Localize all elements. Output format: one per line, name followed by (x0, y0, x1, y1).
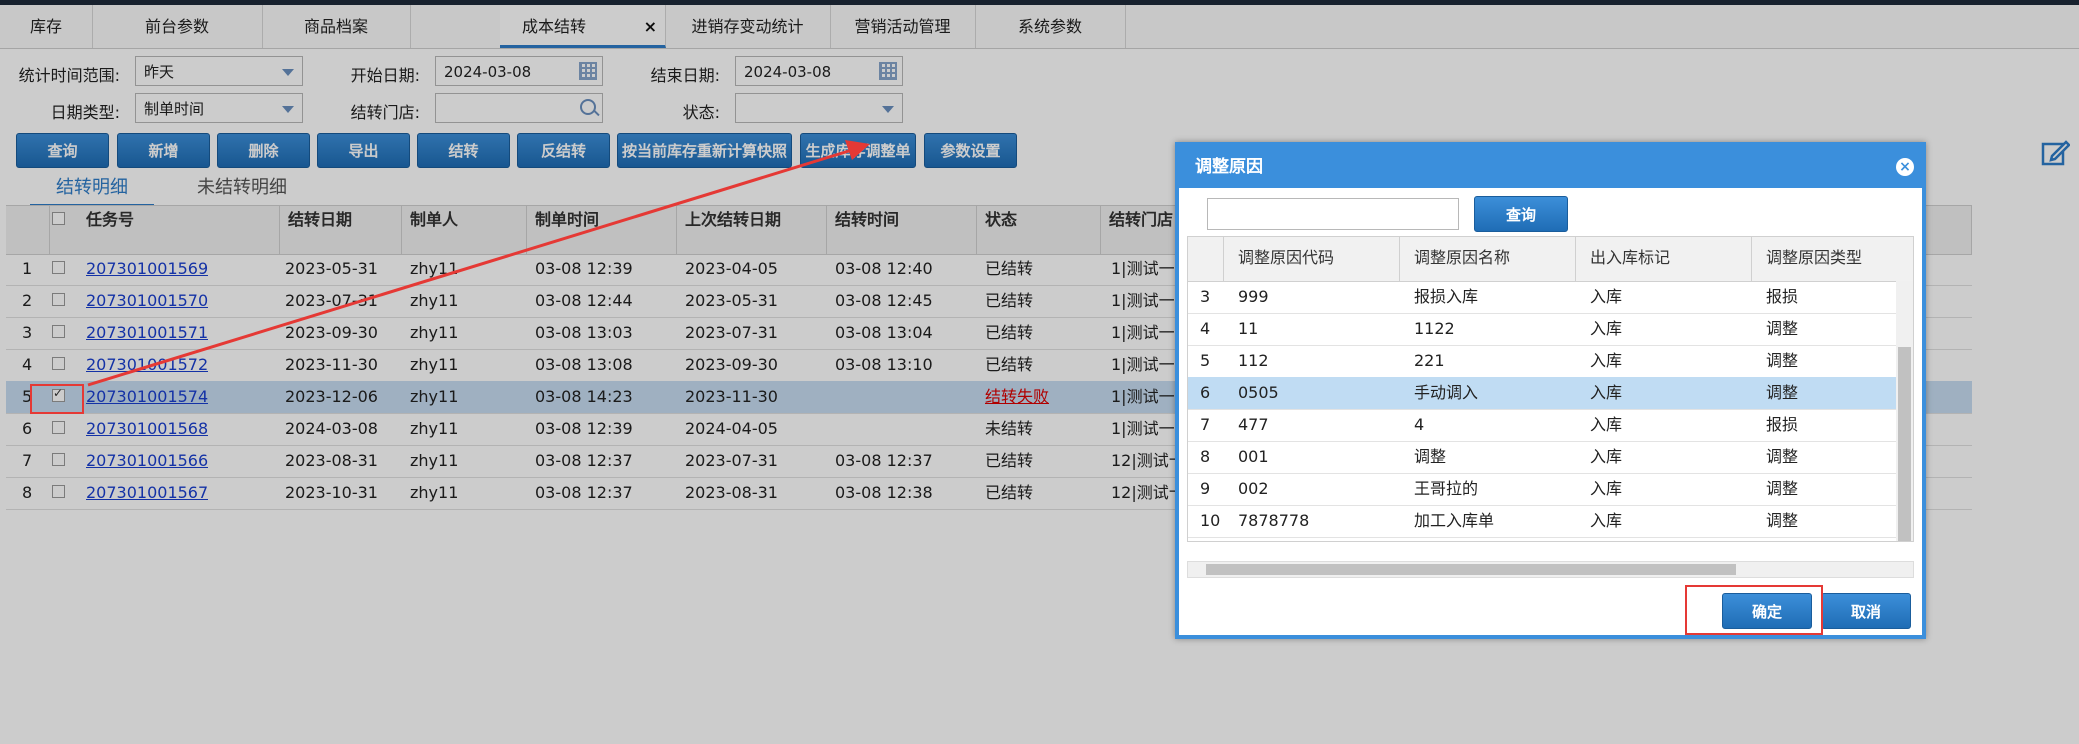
cell-reason-type: 调整 (1766, 351, 1799, 370)
reason-header-code: 调整原因代码 (1224, 237, 1400, 281)
reason-row[interactable]: 9 002 王哥拉的 入库 调整 (1188, 473, 1898, 506)
cell-reason-code: jzj (1238, 537, 1255, 541)
reason-row[interactable]: 6 0505 手动调入 入库 调整 (1188, 377, 1898, 410)
horizontal-scroll-thumb[interactable] (1206, 564, 1736, 575)
cell-reason-index: 6 (1200, 383, 1211, 402)
cell-reason-flag: 入库 (1590, 383, 1623, 402)
cell-reason-code: 477 (1238, 415, 1269, 434)
cell-reason-name: 入库蒋 (1414, 537, 1462, 541)
cell-reason-index: 5 (1200, 351, 1211, 370)
cell-reason-name: 手动调入 (1414, 383, 1479, 402)
cell-reason-name: 王哥拉的 (1414, 479, 1479, 498)
cell-reason-type: 调整 (1766, 319, 1799, 338)
cell-reason-type: 调整 (1766, 447, 1799, 466)
vertical-scrollbar[interactable] (1896, 281, 1913, 541)
reason-header-flag: 出入库标记 (1576, 237, 1752, 281)
cell-reason-name: 1122 (1414, 319, 1455, 338)
cell-reason-flag: 入库 (1590, 479, 1623, 498)
reason-row[interactable]: 5 112 221 入库 调整 (1188, 345, 1898, 378)
reason-row[interactable]: 7 477 4 入库 报损 (1188, 409, 1898, 442)
cell-reason-flag: 入库 (1590, 537, 1622, 541)
cell-reason-name: 221 (1414, 351, 1445, 370)
reason-row[interactable]: 4 11 1122 入库 调整 (1188, 313, 1898, 346)
reason-row[interactable]: 8 001 调整 入库 调整 (1188, 441, 1898, 474)
cell-reason-type: 报损 (1766, 415, 1799, 434)
highlight-confirm-button (1685, 585, 1823, 635)
reason-header-index (1188, 237, 1224, 281)
cell-reason-flag: 入库 (1590, 447, 1623, 466)
dialog-query-button[interactable]: 查询 (1474, 196, 1568, 232)
horizontal-scrollbar[interactable] (1187, 561, 1914, 578)
cell-reason-type: 调整 (1766, 479, 1799, 498)
cell-reason-name: 报损入库 (1414, 287, 1479, 306)
vertical-scroll-thumb[interactable] (1898, 347, 1911, 541)
cell-reason-index: 3 (1200, 287, 1211, 306)
cell-reason-code: 112 (1238, 351, 1269, 370)
cell-reason-type: 报损 (1766, 287, 1799, 306)
reason-grid: 调整原因代码 调整原因名称 出入库标记 调整原因类型 3 999 报损入库 入库 报损 4… (1187, 236, 1914, 542)
cell-reason-type: 调整 (1766, 383, 1799, 402)
cell-reason-type: 调整 (1766, 511, 1799, 530)
dialog-title: 调整原因 (1179, 146, 1922, 188)
cell-reason-index: 10 (1200, 511, 1221, 530)
reason-search-input[interactable] (1207, 198, 1459, 230)
cell-reason-index: 8 (1200, 447, 1211, 466)
reason-grid-header: 调整原因代码 调整原因名称 出入库标记 调整原因类型 (1188, 237, 1913, 282)
cell-reason-type: 调整 (1766, 537, 1798, 541)
cell-reason-flag: 入库 (1590, 319, 1623, 338)
cell-reason-index: 7 (1200, 415, 1211, 434)
cell-reason-code: 999 (1238, 287, 1269, 306)
cell-reason-code: 001 (1238, 447, 1269, 466)
cell-reason-name: 调整 (1414, 447, 1447, 466)
cancel-button[interactable]: 取消 (1821, 593, 1911, 629)
reason-header-type: 调整原因类型 (1752, 237, 1913, 281)
cell-reason-code: 002 (1238, 479, 1269, 498)
cell-reason-name: 加工入库单 (1414, 511, 1495, 530)
cell-reason-flag: 入库 (1590, 511, 1623, 530)
cell-reason-flag: 入库 (1590, 351, 1623, 370)
cell-reason-name: 4 (1414, 415, 1425, 434)
cell-reason-flag: 入库 (1590, 287, 1623, 306)
cell-reason-code: 7878778 (1238, 511, 1310, 530)
close-icon[interactable]: × (1896, 158, 1914, 176)
cell-reason-flag: 入库 (1590, 415, 1623, 434)
reason-row[interactable]: 10 7878778 加工入库单 入库 调整 (1188, 505, 1898, 538)
reason-header-name: 调整原因名称 (1400, 237, 1576, 281)
cell-reason-code: 0505 (1238, 383, 1279, 402)
cell-reason-index: 11 (1200, 537, 1220, 541)
cell-reason-index: 9 (1200, 479, 1211, 498)
cell-reason-index: 4 (1200, 319, 1211, 338)
cell-reason-code: 11 (1238, 319, 1259, 338)
reason-row[interactable]: 11 jzj 入库蒋 入库 调整 (1188, 537, 1898, 541)
adjust-reason-dialog: 调整原因 × 查询 调整原因代码 调整原因名称 出入库标记 调整原因类型 3 99… (1175, 142, 1926, 639)
reason-row[interactable]: 3 999 报损入库 入库 报损 (1188, 281, 1898, 314)
